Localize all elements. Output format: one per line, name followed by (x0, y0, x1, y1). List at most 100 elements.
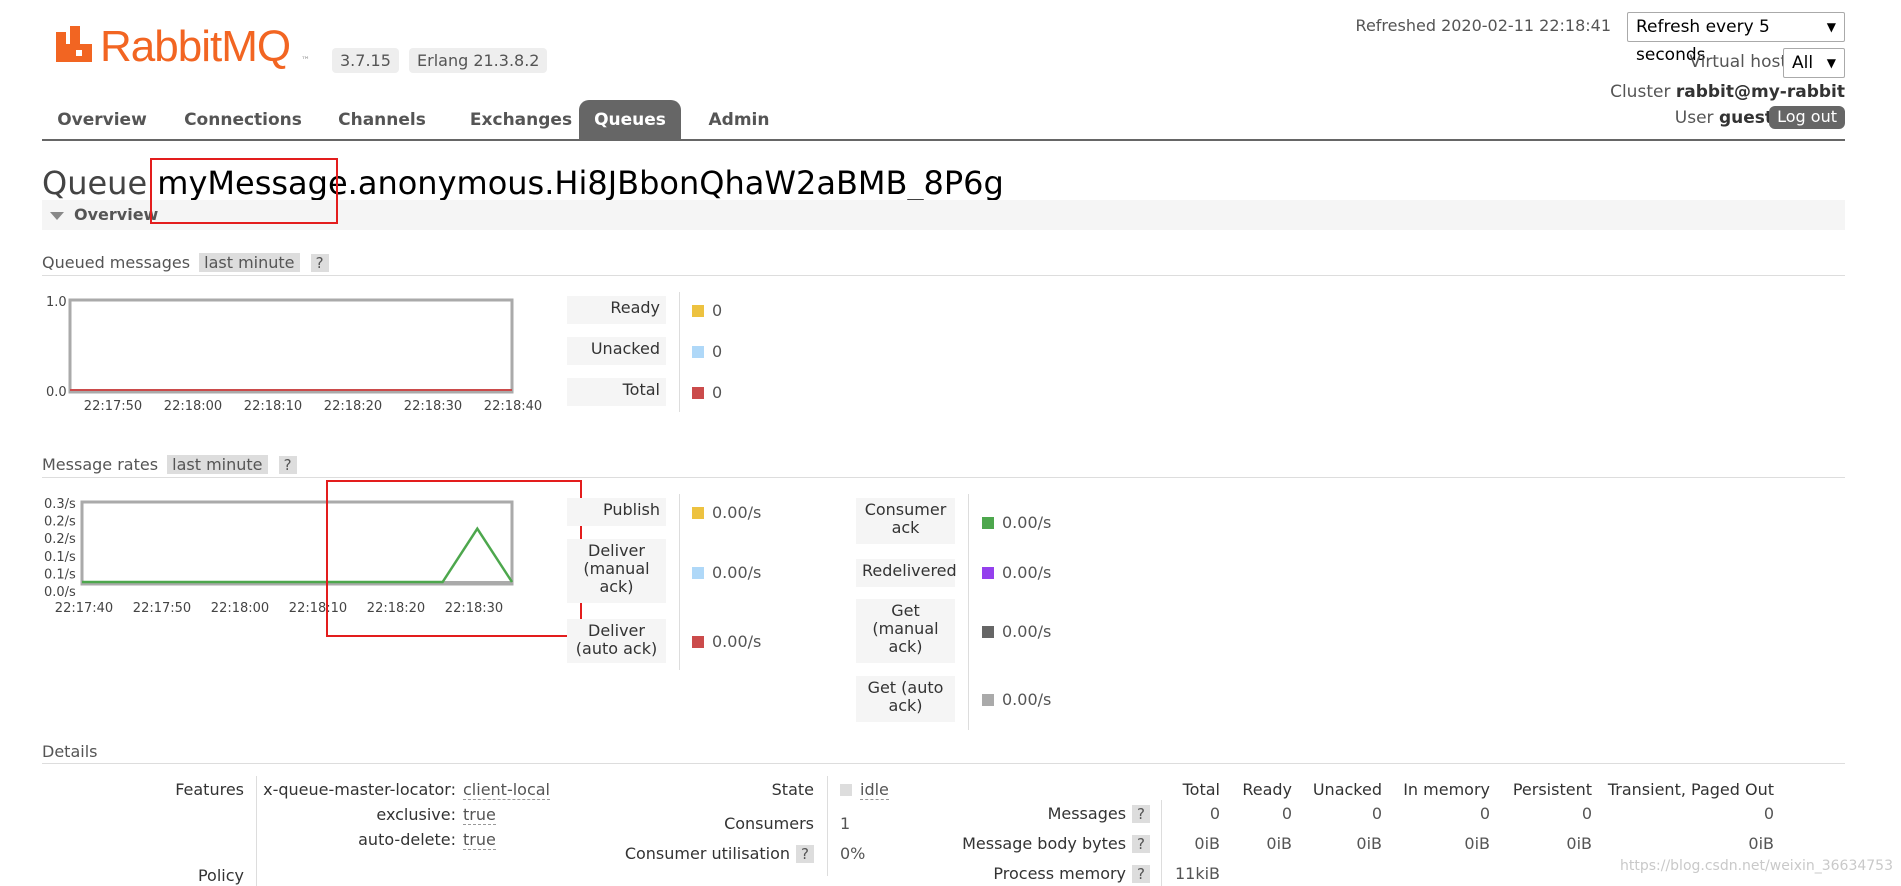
message-body-bytes-help[interactable]: ? (1132, 835, 1150, 853)
message-rates-help[interactable]: ? (278, 456, 297, 474)
legend-redelivered-value: 0.00/s (982, 563, 1051, 582)
messages-help[interactable]: ? (1132, 805, 1150, 823)
cell: 0iB (1748, 834, 1774, 853)
queued-messages-heading: Queued messages last minute ? (42, 253, 329, 272)
refreshed-label: Refreshed (1355, 16, 1436, 35)
legend-get-auto-label: Get (auto ack) (856, 676, 955, 722)
unacked-swatch (692, 346, 704, 358)
rabbit-logo-icon (56, 26, 92, 62)
legend-deliver-auto-label: Deliver (auto ack) (567, 619, 666, 663)
legend-get-auto-value: 0.00/s (982, 690, 1051, 709)
message-rates-heading: Message rates last minute ? (42, 455, 297, 474)
legend-total-value: 0 (692, 383, 722, 402)
col-header-ready: Ready (1242, 780, 1292, 799)
rabbitmq-version-badge: 3.7.15 (332, 48, 399, 73)
legend-deliver-auto-value: 0.00/s (692, 632, 761, 651)
col-header-unacked: Unacked (1312, 780, 1382, 799)
x-tick-label: 22:17:40 (55, 601, 113, 616)
legend-publish-value: 0.00/s (692, 503, 761, 522)
trademark-mark: ™ (301, 56, 310, 66)
y-tick-label: 0.1/s (44, 567, 76, 582)
erlang-version-badge: Erlang 21.3.8.2 (409, 48, 548, 73)
feature-key: auto-delete: (358, 830, 456, 849)
queued-messages-range[interactable]: last minute (199, 253, 300, 272)
virtual-host-label: Virtual host (1689, 52, 1787, 72)
y-tick-label: 0.2/s (44, 515, 76, 530)
highlight-box (326, 480, 582, 637)
row-label-message-body-bytes: Message body bytes? (920, 834, 1150, 853)
legend-consumer-ack-value: 0.00/s (982, 513, 1051, 532)
message-rates-range[interactable]: last minute (167, 455, 268, 474)
tab-queues[interactable]: Queues (579, 100, 681, 140)
chevron-down-icon: ▼ (1826, 20, 1836, 34)
logo-text: RabbitMQ (100, 22, 291, 71)
refresh-interval-select[interactable]: Refresh every 5 seconds ▼ (1627, 12, 1845, 65)
legend-get-manual-label: Get (manual ack) (856, 599, 955, 663)
col-header-total: Total (1182, 780, 1220, 799)
legend-deliver-manual-value: 0.00/s (692, 563, 761, 582)
feature-key: exclusive: (376, 805, 456, 824)
total-swatch (692, 387, 704, 399)
consumers-value: 1 (840, 814, 851, 833)
chevron-down-icon: ▼ (1826, 56, 1836, 70)
queued-messages-title: Queued messages (42, 253, 191, 272)
x-tick-label: 22:17:50 (133, 601, 191, 616)
x-tick-label: 22:17:50 (84, 399, 142, 414)
y-tick-label: 0.2/s (44, 532, 76, 547)
feature-value: client-local (463, 780, 550, 800)
details-heading: Details (42, 742, 98, 761)
legend-consumer-ack-label: Consumer ack (856, 498, 955, 544)
legend-divider (968, 494, 969, 730)
virtual-host-select[interactable]: All ▼ (1783, 48, 1845, 78)
deliver-auto-swatch (692, 636, 704, 648)
tab-admin[interactable]: Admin (702, 100, 776, 140)
x-tick-label: 22:18:30 (404, 399, 462, 414)
queued-messages-chart: 1.0 0.0 22:17:50 22:18:00 22:18:10 22:18:20… (46, 295, 542, 414)
cluster-label: Cluster (1610, 82, 1671, 102)
legend-ready-value: 0 (692, 301, 722, 320)
consumers-label: Consumers (724, 814, 814, 833)
feature-key: x-queue-master-locator: (263, 780, 456, 799)
cell: 0 (1479, 804, 1490, 823)
feature-value: true (463, 830, 496, 850)
nav-divider (42, 139, 1845, 141)
tab-exchanges[interactable]: Exchanges (456, 100, 586, 140)
y-tick-label: 0.3/s (44, 497, 76, 512)
state-value: idle (840, 780, 889, 800)
ready-swatch (692, 305, 704, 317)
cell: 0 (1763, 804, 1774, 823)
page-title-prefix: Queue (42, 164, 148, 202)
feature-value: true (463, 805, 496, 825)
cell: 0iB (1266, 834, 1292, 853)
tab-channels[interactable]: Channels (332, 100, 432, 140)
col-header-persistent: Persistent (1512, 780, 1592, 799)
logout-button[interactable]: Log out (1769, 106, 1845, 129)
details-divider (256, 776, 257, 886)
user-label: User (1674, 108, 1714, 128)
consumer-utilisation-help[interactable]: ? (796, 845, 814, 863)
x-tick-label: 22:18:20 (324, 399, 382, 414)
x-tick-label: 22:18:00 (211, 601, 269, 616)
tab-overview[interactable]: Overview (50, 100, 154, 140)
redelivered-swatch (982, 567, 994, 579)
cluster-value: rabbit@my-rabbit (1675, 82, 1845, 102)
legend-deliver-manual-label: Deliver (manual ack) (567, 539, 666, 603)
cell: 0 (1371, 804, 1382, 823)
queued-messages-help[interactable]: ? (310, 254, 329, 272)
cell: 0 (1281, 804, 1292, 823)
legend-redelivered-label: Redelivered (856, 559, 957, 587)
deliver-manual-swatch (692, 567, 704, 579)
consumer-ack-swatch (982, 517, 994, 529)
features-label: Features (175, 780, 244, 799)
process-memory-help[interactable]: ? (1132, 865, 1150, 883)
col-header-in-memory: In memory (1403, 780, 1490, 799)
cell: 0iB (1566, 834, 1592, 853)
row-label-messages: Messages? (920, 804, 1150, 823)
y-tick-label: 0.0/s (44, 585, 76, 600)
rabbitmq-logo[interactable]: RabbitMQ ™ (56, 22, 312, 74)
legend-unacked-label: Unacked (567, 337, 666, 365)
tab-connections[interactable]: Connections (178, 100, 308, 140)
col-header-transient-paged-out: Transient, Paged Out (1607, 780, 1774, 799)
legend-get-manual-value: 0.00/s (982, 622, 1051, 641)
x-tick-label: 22:18:10 (244, 399, 302, 414)
